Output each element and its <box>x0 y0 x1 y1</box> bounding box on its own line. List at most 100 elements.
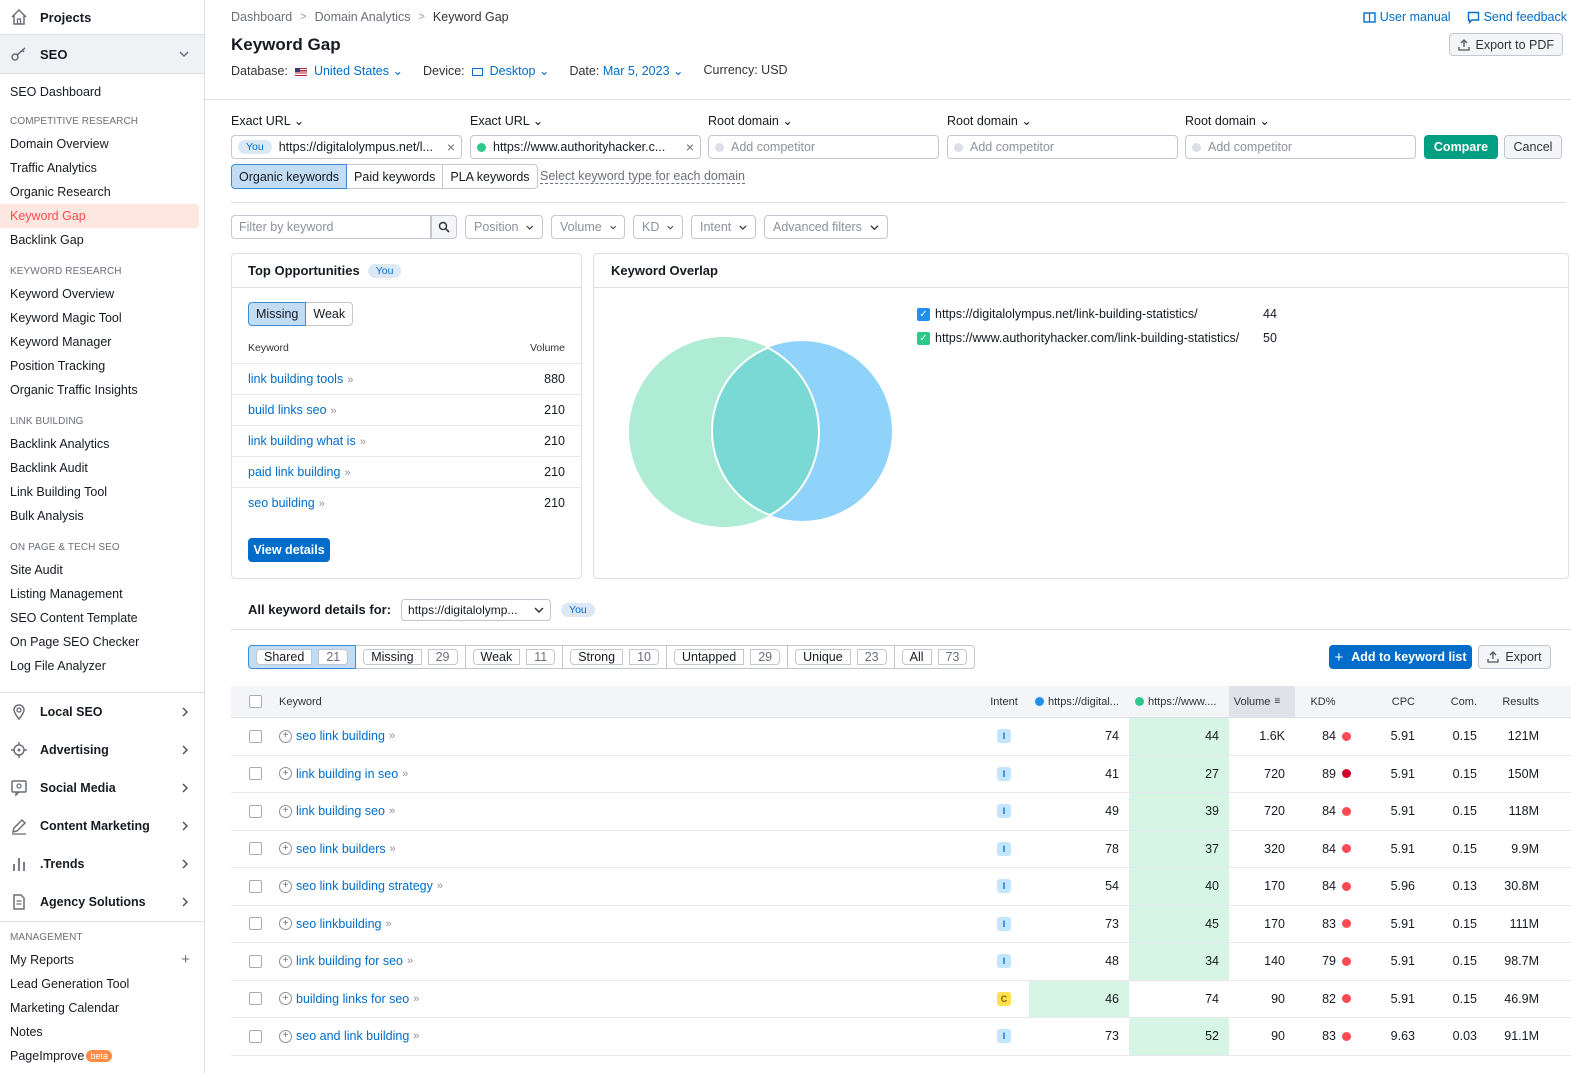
position-site-2[interactable]: 74 <box>1129 981 1229 1018</box>
sidebar-item-backlink-audit[interactable]: Backlink Audit <box>0 456 204 480</box>
sidebar-item-backlink-analytics[interactable]: Backlink Analytics <box>0 432 204 456</box>
results-cell[interactable]: 30.8M <box>1483 879 1553 893</box>
double-chevron-icon[interactable]: » <box>389 730 395 742</box>
sidebar-item-keyword-gap[interactable]: Keyword Gap <box>0 204 199 228</box>
advanced-filters[interactable]: Advanced filters <box>764 215 888 239</box>
sidebar-item-lead-generation-tool[interactable]: Lead Generation Tool <box>0 972 204 996</box>
double-chevron-icon[interactable]: » <box>385 918 391 930</box>
sidebar-item-traffic-analytics[interactable]: Traffic Analytics <box>0 156 204 180</box>
results-cell[interactable]: 9.9M <box>1483 842 1553 856</box>
filter-search-button[interactable] <box>431 215 457 239</box>
opportunity-keyword-link[interactable]: paid link building» <box>248 465 351 479</box>
position-filter[interactable]: Position <box>465 215 543 239</box>
add-keyword-icon[interactable]: + <box>279 954 292 968</box>
close-icon[interactable]: × <box>447 139 455 155</box>
sidebar-category-social-media[interactable]: Social Media <box>0 769 204 807</box>
add-keyword-icon[interactable]: + <box>279 804 292 818</box>
double-chevron-icon[interactable]: » <box>390 843 396 855</box>
keyword-link[interactable]: link building seo <box>296 804 385 818</box>
add-keyword-icon[interactable]: + <box>279 879 292 893</box>
double-chevron-icon[interactable]: » <box>413 993 419 1005</box>
position-site-1[interactable]: 46 <box>1029 980 1129 1017</box>
domain-input-3[interactable]: Add competitor <box>708 135 939 159</box>
sidebar-item-keyword-manager[interactable]: Keyword Manager <box>0 330 204 354</box>
sidebar-item-pageimprove[interactable]: PageImprove beta <box>0 1044 204 1068</box>
position-site-2[interactable]: 39 <box>1129 793 1229 830</box>
sidebar-item-my-reports[interactable]: My Reports + <box>0 948 204 972</box>
double-chevron-icon[interactable]: » <box>413 1030 419 1042</box>
tab-untapped[interactable]: Untapped 29 <box>665 645 789 669</box>
tab-paid-keywords[interactable]: Paid keywords <box>346 164 444 189</box>
select-all-checkbox[interactable] <box>248 695 262 708</box>
sidebar-item-link-building-tool[interactable]: Link Building Tool <box>0 480 204 504</box>
sidebar-category-trends[interactable]: .Trends <box>0 845 204 883</box>
sidebar-category-content-marketing[interactable]: Content Marketing <box>0 807 204 845</box>
double-chevron-icon[interactable]: » <box>402 768 408 780</box>
domain-input-5[interactable]: Add competitor <box>1185 135 1416 159</box>
sidebar-item-site-audit[interactable]: Site Audit <box>0 558 204 582</box>
sidebar-item-backlink-gap[interactable]: Backlink Gap <box>0 228 204 252</box>
checkbox-checked-icon[interactable]: ✓ <box>917 331 930 345</box>
position-site-2[interactable]: 45 <box>1129 905 1229 942</box>
col-intent-header[interactable]: Intent <box>979 696 1029 708</box>
col-kd-header[interactable]: KD% <box>1295 696 1361 708</box>
device-selector[interactable]: Device: Desktop ⌄ <box>423 63 549 78</box>
tab-all[interactable]: All 73 <box>893 645 976 669</box>
add-keyword-icon[interactable]: + <box>279 992 292 1006</box>
send-feedback-link[interactable]: Send feedback <box>1467 10 1567 24</box>
tab-unique[interactable]: Unique 23 <box>787 645 895 669</box>
position-site-2[interactable]: 27 <box>1129 755 1229 792</box>
position-site-1[interactable]: 54 <box>1029 868 1129 905</box>
overlap-legend-item[interactable]: ✓ https://www.authorityhacker.com/link-bu… <box>917 326 1277 350</box>
tab-weak[interactable]: Weak <box>305 302 354 326</box>
add-keyword-icon[interactable]: + <box>279 842 292 856</box>
tab-strong[interactable]: Strong 10 <box>562 645 667 669</box>
row-checkbox[interactable] <box>248 992 262 1006</box>
position-site-1[interactable]: 49 <box>1029 793 1129 830</box>
tab-weak[interactable]: Weak 11 <box>464 645 564 669</box>
sidebar-item-seo-content-template[interactable]: SEO Content Template <box>0 606 204 630</box>
breadcrumb-domain-analytics[interactable]: Domain Analytics <box>315 10 411 24</box>
position-site-2[interactable]: 40 <box>1129 868 1229 905</box>
domain-select[interactable]: https://digitalolymp... <box>401 598 552 621</box>
keyword-link[interactable]: building links for seo <box>296 992 409 1006</box>
row-checkbox[interactable] <box>248 1029 262 1043</box>
intent-filter[interactable]: Intent <box>691 215 756 239</box>
keyword-link[interactable]: seo link building <box>296 729 385 743</box>
keyword-link[interactable]: seo link builders <box>296 842 386 856</box>
keyword-link[interactable]: seo and link building <box>296 1029 409 1043</box>
compare-button[interactable]: Compare <box>1424 135 1498 159</box>
results-cell[interactable]: 91.1M <box>1483 1029 1553 1043</box>
col-volume-header[interactable]: Volume ≡ <box>1229 686 1295 717</box>
results-cell[interactable]: 150M <box>1483 767 1553 781</box>
domain-type-5[interactable]: Root domain ⌄ <box>1185 113 1270 128</box>
sidebar-category-advertising[interactable]: Advertising <box>0 731 204 769</box>
cancel-button[interactable]: Cancel <box>1504 135 1562 159</box>
row-checkbox[interactable] <box>248 804 262 818</box>
position-site-2[interactable]: 34 <box>1129 943 1229 980</box>
add-to-keyword-list-button[interactable]: + Add to keyword list <box>1329 645 1472 669</box>
col-keyword-header[interactable]: Keyword <box>279 696 979 708</box>
keyword-link[interactable]: link building for seo <box>296 954 403 968</box>
sidebar-category-local-seo[interactable]: Local SEO <box>0 693 204 731</box>
sidebar-item-on-page-seo-checker[interactable]: On Page SEO Checker <box>0 630 204 654</box>
select-keyword-type-link[interactable]: Select keyword type for each domain <box>540 169 745 184</box>
database-selector[interactable]: Database: United States ⌄ <box>231 63 403 78</box>
domain-type-2[interactable]: Exact URL ⌄ <box>470 113 543 128</box>
double-chevron-icon[interactable]: » <box>407 955 413 967</box>
sidebar-item-marketing-calendar[interactable]: Marketing Calendar <box>0 996 204 1020</box>
sidebar-item-keyword-magic-tool[interactable]: Keyword Magic Tool <box>0 306 204 330</box>
position-site-2[interactable]: 37 <box>1129 830 1229 867</box>
results-cell[interactable]: 98.7M <box>1483 954 1553 968</box>
row-checkbox[interactable] <box>248 954 262 968</box>
keyword-link[interactable]: link building in seo <box>296 767 398 781</box>
results-cell[interactable]: 111M <box>1483 917 1553 931</box>
double-chevron-icon[interactable]: » <box>437 880 443 892</box>
date-selector[interactable]: Date: Mar 5, 2023 ⌄ <box>569 63 683 78</box>
add-keyword-icon[interactable]: + <box>279 917 292 931</box>
tab-missing[interactable]: Missing 29 <box>355 645 466 669</box>
position-site-1[interactable]: 48 <box>1029 943 1129 980</box>
sidebar-projects[interactable]: Projects <box>0 0 204 34</box>
row-checkbox[interactable] <box>248 767 262 781</box>
results-cell[interactable]: 121M <box>1483 729 1553 743</box>
